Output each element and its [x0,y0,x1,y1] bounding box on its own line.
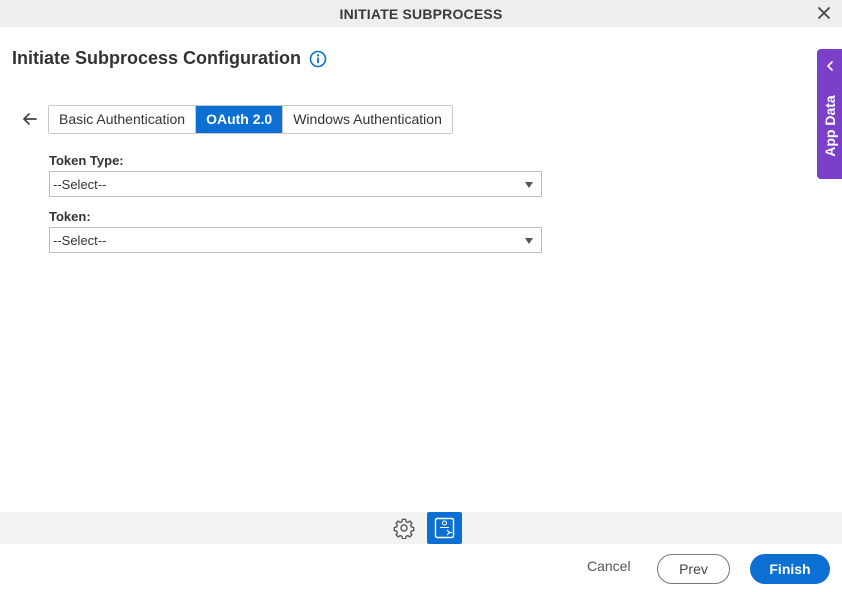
token-type-label: Token Type: [49,153,124,168]
finish-button[interactable]: Finish [750,554,830,584]
process-flow-button[interactable] [427,512,462,544]
close-icon[interactable] [816,5,832,21]
info-icon[interactable] [309,50,327,68]
tab-basic-authentication[interactable]: Basic Authentication [49,106,197,133]
token-type-select[interactable]: --Select-- [49,171,542,197]
token-type-value: --Select-- [53,177,107,192]
tab-windows-authentication[interactable]: Windows Authentication [283,106,452,133]
app-data-panel-toggle[interactable]: App Data [817,49,842,179]
arrow-left-icon[interactable] [21,110,39,128]
token-select[interactable]: --Select-- [49,227,542,253]
tab-oauth-2[interactable]: OAuth 2.0 [196,106,284,133]
chevron-down-icon [525,182,533,188]
window-title: INITIATE SUBPROCESS [339,5,503,22]
gear-icon[interactable] [393,517,415,539]
auth-tab-group: Basic Authentication OAuth 2.0 Windows A… [48,105,453,134]
title-bar: INITIATE SUBPROCESS [0,0,842,27]
chevron-down-icon [525,238,533,244]
bottom-toolstrip [0,512,842,544]
prev-button[interactable]: Prev [657,554,730,584]
token-label: Token: [49,209,91,224]
app-data-label: App Data [822,95,838,157]
chevron-left-icon [827,61,833,71]
page-heading: Initiate Subprocess Configuration [12,48,327,69]
cancel-button[interactable]: Cancel [587,558,631,574]
token-value: --Select-- [53,233,107,248]
process-flow-icon [434,517,455,539]
page-title: Initiate Subprocess Configuration [12,48,302,68]
